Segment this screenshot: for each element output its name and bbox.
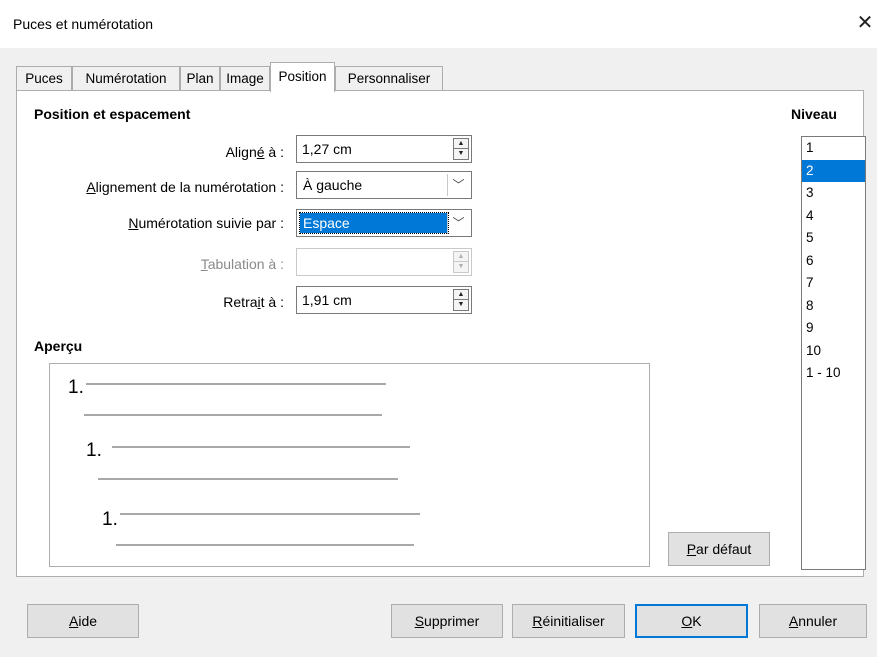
aligned-at-spinner[interactable]: ▲ ▼ xyxy=(453,138,469,160)
spin-up-icon[interactable]: ▲ xyxy=(454,290,468,300)
aligned-at-label: Aligné à : xyxy=(225,144,284,160)
indent-at-value: 1,91 cm xyxy=(302,292,352,308)
tab-stop-at-spinbox: ▲ ▼ xyxy=(296,248,472,276)
numbering-followed-by-value: Espace xyxy=(299,212,449,234)
tab-numerotation[interactable]: Numérotation xyxy=(72,66,180,91)
level-item[interactable]: 5 xyxy=(802,227,865,250)
aligned-at-value: 1,27 cm xyxy=(302,141,352,157)
numbering-alignment-value: À gauche xyxy=(303,177,363,193)
tab-image[interactable]: Image xyxy=(220,66,270,91)
level-item[interactable]: 6 xyxy=(802,250,865,273)
level-title: Niveau xyxy=(791,106,837,122)
preview-area: 1. 1. 1. xyxy=(49,363,650,567)
preview-line xyxy=(112,446,410,448)
spin-down-icon: ▼ xyxy=(457,263,465,270)
spin-down-icon[interactable]: ▼ xyxy=(454,149,468,159)
indent-at-label: Retrait à : xyxy=(223,294,284,310)
help-button[interactable]: Aide xyxy=(27,604,139,638)
preview-title: Aperçu xyxy=(34,338,83,354)
window-title: Puces et numérotation xyxy=(13,16,154,32)
position-section-title: Position et espacement xyxy=(34,106,191,122)
preview-line xyxy=(84,414,382,416)
level-listbox[interactable]: 1 2 3 4 5 6 7 8 9 10 1 - 10 xyxy=(801,136,866,570)
spin-up-icon[interactable]: ▲ xyxy=(454,139,468,149)
level-item[interactable]: 9 xyxy=(802,317,865,340)
preview-line xyxy=(116,544,414,546)
default-button[interactable]: Par défaut xyxy=(668,532,770,566)
tab-personnaliser[interactable]: Personnaliser xyxy=(335,66,443,91)
preview-level-2-number: 1. xyxy=(86,440,102,461)
ok-button[interactable]: OK xyxy=(635,604,748,638)
preview-line xyxy=(120,513,420,515)
title-bar: Puces et numérotation ✕ xyxy=(0,0,877,48)
tab-stop-at-label: Tabulation à : xyxy=(200,256,284,272)
preview-level-3-number: 1. xyxy=(102,509,118,530)
preview-line xyxy=(86,383,386,385)
close-icon[interactable]: ✕ xyxy=(853,8,877,38)
tab-plan[interactable]: Plan xyxy=(180,66,220,91)
chevron-down-icon[interactable]: ﹀ xyxy=(447,212,469,234)
numbering-alignment-label: Alignement de la numérotation : xyxy=(86,179,284,195)
level-item[interactable]: 4 xyxy=(802,205,865,228)
numbering-alignment-combobox[interactable]: À gauche ﹀ xyxy=(296,171,472,199)
level-item[interactable]: 7 xyxy=(802,272,865,295)
indent-at-spinbox[interactable]: 1,91 cm ▲ ▼ xyxy=(296,286,472,314)
preview-level-1-number: 1. xyxy=(68,377,84,398)
level-item[interactable]: 1 - 10 xyxy=(802,362,865,385)
numbering-followed-by-combobox[interactable]: Espace ﹀ xyxy=(296,209,472,237)
aligned-at-spinbox[interactable]: 1,27 cm ▲ ▼ xyxy=(296,135,472,163)
spin-down-icon[interactable]: ▼ xyxy=(454,300,468,310)
level-item[interactable]: 10 xyxy=(802,340,865,363)
tab-stop-at-spinner: ▲ ▼ xyxy=(453,251,469,273)
level-item[interactable]: 8 xyxy=(802,295,865,318)
level-item[interactable]: 3 xyxy=(802,182,865,205)
reset-button[interactable]: Réinitialiser xyxy=(512,604,625,638)
chevron-down-icon[interactable]: ﹀ xyxy=(447,174,469,196)
level-item-selected[interactable]: 2 xyxy=(802,159,865,182)
cancel-button[interactable]: Annuler xyxy=(759,604,867,638)
delete-button[interactable]: Supprimer xyxy=(391,604,503,638)
preview-line xyxy=(98,478,398,480)
tab-puces[interactable]: Puces xyxy=(16,66,72,91)
tab-position[interactable]: Position xyxy=(270,62,335,92)
numbering-followed-by-label: Numérotation suivie par : xyxy=(128,215,284,231)
level-item[interactable]: 1 xyxy=(802,137,865,160)
indent-at-spinner[interactable]: ▲ ▼ xyxy=(453,289,469,311)
spin-up-icon: ▲ xyxy=(454,252,468,262)
